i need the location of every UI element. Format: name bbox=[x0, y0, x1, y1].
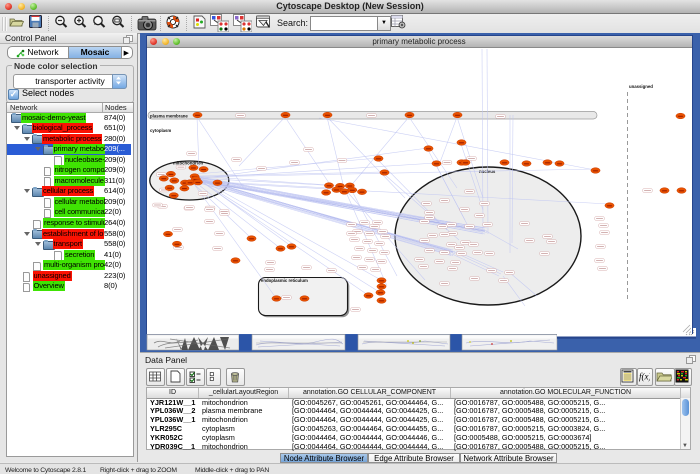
svg-text:endoplasmic reticulum: endoplasmic reticulum bbox=[261, 278, 308, 283]
svg-text:unassigned: unassigned bbox=[629, 84, 653, 89]
svg-text:f(x): f(x) bbox=[639, 372, 650, 382]
svg-text:plasma membrane: plasma membrane bbox=[150, 114, 188, 119]
svg-text:cytoplasm: cytoplasm bbox=[150, 128, 171, 133]
